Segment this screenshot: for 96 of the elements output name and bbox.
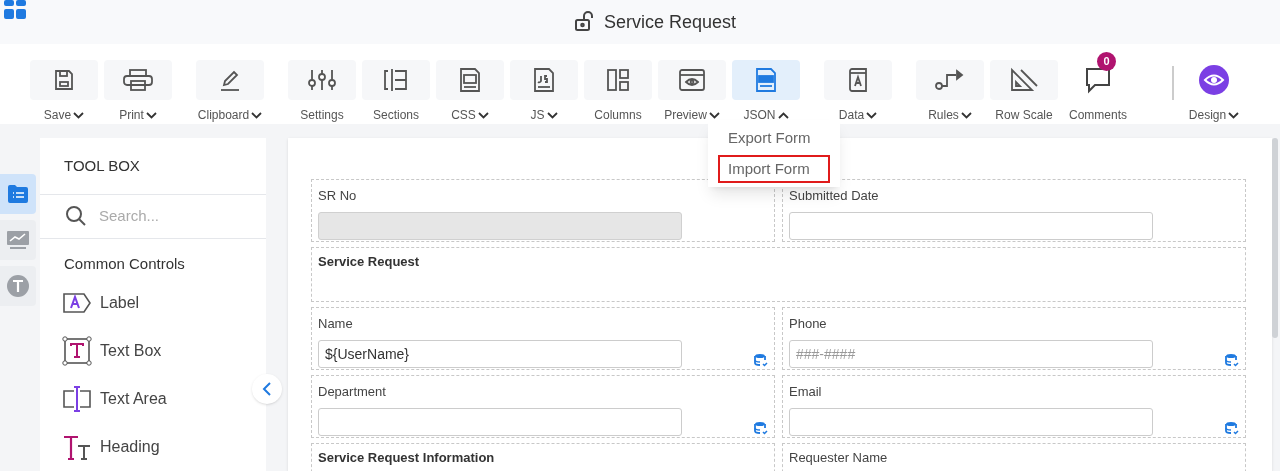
sidebar-tab[interactable] (0, 174, 36, 214)
sections-icon (382, 68, 410, 92)
toolbar-button[interactable] (824, 60, 892, 100)
toolbar-button[interactable] (510, 60, 578, 100)
toolbar-button[interactable] (990, 60, 1058, 100)
js-file-icon (533, 67, 555, 93)
section-heading: Common Controls (63, 253, 186, 274)
toolbox-item[interactable]: Text Box (62, 327, 168, 375)
toolbar-button[interactable] (288, 60, 356, 100)
field-label: Requester Name (789, 449, 889, 467)
caret-down-icon[interactable] (251, 111, 263, 119)
page-title: Service Request (603, 10, 737, 34)
flow-arrow-icon (934, 68, 966, 92)
preview-window-icon (678, 68, 706, 92)
toolbar-button[interactable] (30, 60, 98, 100)
ruler-triangle-icon (1009, 67, 1039, 93)
toolbar-label: Columns (594, 107, 642, 124)
sliders-icon (307, 68, 337, 92)
heading-icon (62, 433, 92, 461)
field-label: Phone (789, 315, 828, 333)
toolbar-button[interactable] (732, 60, 800, 100)
chat-bubble-icon[interactable] (1084, 66, 1112, 94)
list-folder-icon (8, 185, 28, 203)
toolbox-item[interactable]: Text Area (62, 375, 173, 423)
caret-down-icon[interactable] (1228, 111, 1240, 119)
database-check-icon[interactable] (1225, 421, 1239, 435)
database-check-icon[interactable] (754, 421, 768, 435)
section-title: Service Request (318, 253, 421, 271)
book-icon (846, 67, 870, 93)
database-check-icon[interactable] (1225, 353, 1239, 367)
scrollbar[interactable] (1272, 138, 1278, 338)
input-field[interactable] (789, 211, 1153, 240)
chevron-left-icon (262, 382, 272, 396)
caret-up-icon[interactable] (777, 111, 789, 119)
toolbox-item[interactable]: Heading (62, 423, 166, 471)
toolbar-label: Settings (300, 107, 344, 124)
toolbar-label: Row Scale (995, 107, 1053, 124)
caret-down-icon[interactable] (546, 111, 558, 119)
menu-item[interactable]: Export Form (718, 124, 830, 153)
unlock-icon (573, 11, 596, 33)
field-label: Email (789, 383, 823, 401)
field-label: Submitted Date (789, 187, 880, 205)
toolbar-button[interactable] (916, 60, 984, 100)
chart-monitor-icon (7, 231, 29, 249)
toolbar-label: Sections (373, 107, 419, 124)
eye-icon[interactable] (1199, 65, 1229, 95)
menu-item[interactable]: Import Form (718, 154, 830, 183)
toolbar-label: JSON (743, 107, 776, 124)
section-title: Service Request Information (318, 449, 496, 467)
toolbar-label: Preview (664, 107, 707, 124)
caret-down-icon[interactable] (73, 111, 85, 119)
json-file-icon (755, 67, 777, 93)
input-field[interactable]: ###-#### (789, 339, 1153, 368)
input-field[interactable]: ${UserName} (318, 339, 682, 368)
sidebar-tab[interactable] (0, 266, 36, 306)
text-area-icon (62, 384, 92, 414)
input-field[interactable] (789, 407, 1153, 436)
toolbar-label: Rules (928, 107, 959, 124)
caret-down-icon[interactable] (477, 111, 489, 119)
toolbar-label: Design (1188, 107, 1227, 124)
pencil-icon (218, 68, 242, 92)
field-label: SR No (318, 187, 358, 205)
count-badge: 0 (1097, 52, 1116, 71)
toolbar-button[interactable] (584, 60, 652, 100)
columns-icon (606, 68, 630, 92)
toolbar-label: CSS (451, 107, 476, 124)
search-field[interactable]: Search... (99, 205, 239, 228)
text-circle-icon (7, 275, 29, 297)
toolbar-label: Save (43, 107, 72, 124)
field-label: Name (318, 315, 354, 333)
caret-down-icon[interactable] (708, 111, 720, 119)
label-tag-icon (62, 292, 92, 314)
caret-down-icon[interactable] (145, 111, 157, 119)
database-check-icon[interactable] (754, 353, 768, 367)
css-file-icon (459, 67, 481, 93)
toolbar-label: Data (838, 107, 865, 124)
toolbar-label: Clipboard (197, 107, 250, 124)
printer-icon (122, 68, 154, 92)
text-box-icon (62, 336, 92, 366)
toolbar-button[interactable] (436, 60, 504, 100)
caret-down-icon[interactable] (866, 111, 878, 119)
field-label: Department (318, 383, 387, 401)
toolbar-label: Comments (1069, 107, 1127, 124)
toolbox-title: TOOL BOX (40, 138, 266, 196)
save-icon (52, 68, 76, 92)
toolbar-button[interactable] (196, 60, 264, 100)
toolbar-button[interactable] (362, 60, 430, 100)
toolbar-label: JS (530, 107, 545, 124)
input-field[interactable] (318, 407, 682, 436)
toolbar-label: Print (119, 107, 144, 124)
collapse-button[interactable] (252, 374, 282, 404)
search-icon (65, 205, 87, 228)
toolbar-button[interactable] (104, 60, 172, 100)
caret-down-icon[interactable] (960, 111, 972, 119)
toolbar-button[interactable] (658, 60, 726, 100)
toolbox-item[interactable]: Label (62, 279, 146, 327)
